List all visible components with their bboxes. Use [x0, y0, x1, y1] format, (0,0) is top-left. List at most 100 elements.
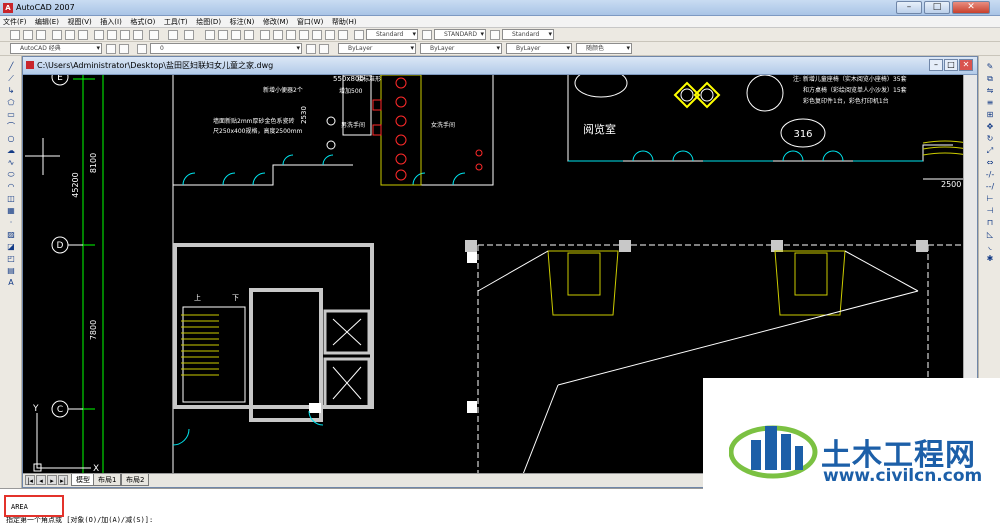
zoom-window-icon[interactable]: [231, 30, 241, 40]
save-icon[interactable]: [36, 30, 46, 40]
watermark-url: www.civilcn.com: [823, 466, 983, 486]
close-button[interactable]: ✕: [952, 1, 990, 14]
menu-modify[interactable]: 修改(M): [260, 16, 292, 28]
markup-icon[interactable]: [312, 30, 322, 40]
rotate-icon[interactable]: ↻: [985, 134, 995, 143]
print-preview-icon[interactable]: [65, 30, 75, 40]
table-style-select[interactable]: Standard: [502, 29, 554, 40]
menu-view[interactable]: 视图(V): [64, 16, 94, 28]
mtext-icon[interactable]: A: [6, 278, 16, 287]
properties-icon[interactable]: [260, 30, 270, 40]
new-file-icon[interactable]: [10, 30, 20, 40]
minimize-button[interactable]: –: [896, 1, 922, 14]
zoom-previous-icon[interactable]: [244, 30, 254, 40]
make-object-layer-current-icon[interactable]: [306, 44, 316, 54]
menu-file[interactable]: 文件(F): [0, 16, 30, 28]
stretch-icon[interactable]: ⇔: [985, 158, 995, 167]
plotstyle-select[interactable]: 随颜色: [576, 43, 632, 54]
chamfer-icon[interactable]: ◺: [985, 230, 995, 239]
join-icon[interactable]: ⊓: [985, 218, 995, 227]
tab-layout1[interactable]: 布局1: [93, 474, 122, 486]
polygon-icon[interactable]: ⬠: [6, 98, 16, 107]
trim-icon[interactable]: -/-: [985, 170, 995, 179]
extend-icon[interactable]: --/: [985, 182, 995, 191]
workspace-settings-icon[interactable]: [106, 44, 116, 54]
array-icon[interactable]: ⊞: [985, 110, 995, 119]
arc-icon[interactable]: ⌒: [6, 122, 16, 131]
text-style-select[interactable]: Standard: [366, 29, 418, 40]
point-icon[interactable]: ·: [6, 218, 16, 227]
line-icon[interactable]: ╱: [6, 62, 16, 71]
circle-icon[interactable]: ○: [6, 134, 16, 143]
insert-block-icon[interactable]: ◫: [6, 194, 16, 203]
drawing-close-button[interactable]: ✕: [959, 59, 973, 71]
linetype-select[interactable]: ByLayer: [420, 43, 502, 54]
ellipse-icon[interactable]: ⬭: [6, 170, 16, 179]
rectangle-icon[interactable]: ▭: [6, 110, 16, 119]
break-icon[interactable]: ⊣: [985, 206, 995, 215]
offset-icon[interactable]: ≡: [985, 98, 995, 107]
scale-icon[interactable]: ⤢: [985, 146, 995, 155]
zoom-realtime-icon[interactable]: [218, 30, 228, 40]
cut-icon[interactable]: [94, 30, 104, 40]
mirror-icon[interactable]: ⇋: [985, 86, 995, 95]
gradient-icon[interactable]: ◪: [6, 242, 16, 251]
layer-previous-icon[interactable]: [319, 44, 329, 54]
publish-icon[interactable]: [78, 30, 88, 40]
open-file-icon[interactable]: [23, 30, 33, 40]
calculator-icon[interactable]: [325, 30, 335, 40]
copy-icon[interactable]: [107, 30, 117, 40]
dim-style-select[interactable]: STANDARD: [434, 29, 486, 40]
color-select[interactable]: ByLayer: [338, 43, 416, 54]
print-icon[interactable]: [52, 30, 62, 40]
paste-icon[interactable]: [120, 30, 130, 40]
menu-dimension[interactable]: 标注(N): [227, 16, 258, 28]
pan-icon[interactable]: [205, 30, 215, 40]
move-icon[interactable]: ✥: [985, 122, 995, 131]
spline-icon[interactable]: ∿: [6, 158, 16, 167]
menu-draw[interactable]: 绘图(D): [193, 16, 224, 28]
workspace-select[interactable]: AutoCAD 经典: [10, 43, 102, 54]
menu-window[interactable]: 窗口(W): [294, 16, 326, 28]
help-icon[interactable]: [338, 30, 348, 40]
sheet-set-icon[interactable]: [299, 30, 309, 40]
fillet-icon[interactable]: ◟: [985, 242, 995, 251]
block-editor-icon[interactable]: [149, 30, 159, 40]
layer-select[interactable]: 0: [150, 43, 302, 54]
erase-icon[interactable]: ✎: [985, 62, 995, 71]
hatch-icon[interactable]: ▨: [6, 230, 16, 239]
break-at-point-icon[interactable]: ⊢: [985, 194, 995, 203]
design-center-icon[interactable]: [273, 30, 283, 40]
menu-edit[interactable]: 编辑(E): [32, 16, 62, 28]
next-tab-button[interactable]: ▸: [47, 475, 57, 485]
tab-layout2[interactable]: 布局2: [121, 474, 150, 486]
menu-format[interactable]: 格式(O): [127, 16, 158, 28]
first-tab-button[interactable]: |◂: [25, 475, 35, 485]
drawing-restore-button[interactable]: □: [944, 59, 958, 71]
make-block-icon[interactable]: ▦: [6, 206, 16, 215]
lineweight-select[interactable]: ByLayer: [506, 43, 572, 54]
undo-icon[interactable]: [168, 30, 178, 40]
copy-object-icon[interactable]: ⧉: [985, 74, 995, 83]
ellipse-arc-icon[interactable]: ◠: [6, 182, 16, 191]
prev-tab-button[interactable]: ◂: [36, 475, 46, 485]
section-markers: [673, 81, 721, 109]
last-tab-button[interactable]: ▸|: [58, 475, 68, 485]
menu-help[interactable]: 帮助(H): [329, 16, 360, 28]
layer-manager-icon[interactable]: [137, 44, 147, 54]
table-icon[interactable]: ▤: [6, 266, 16, 275]
tool-palettes-icon[interactable]: [286, 30, 296, 40]
match-properties-icon[interactable]: [133, 30, 143, 40]
maximize-button[interactable]: □: [924, 1, 950, 14]
tab-model[interactable]: 模型: [71, 474, 95, 486]
revision-cloud-icon[interactable]: ☁: [6, 146, 16, 155]
drawing-minimize-button[interactable]: –: [929, 59, 943, 71]
workspace-save-icon[interactable]: [119, 44, 129, 54]
redo-icon[interactable]: [184, 30, 194, 40]
construction-line-icon[interactable]: ⟋: [6, 74, 16, 83]
polyline-icon[interactable]: ↳: [6, 86, 16, 95]
region-icon[interactable]: ◰: [6, 254, 16, 263]
menu-tools[interactable]: 工具(T): [161, 16, 191, 28]
menu-insert[interactable]: 插入(I): [97, 16, 125, 28]
explode-icon[interactable]: ✱: [985, 254, 995, 263]
